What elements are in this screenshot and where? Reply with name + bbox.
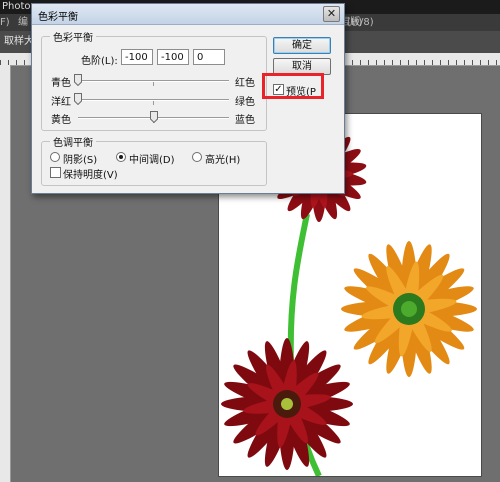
vertical-ruler[interactable] xyxy=(0,65,11,482)
preserve-luminosity-label: 保持明度(V) xyxy=(63,170,118,181)
slider-right-label-green: 绿色 xyxy=(235,97,255,108)
close-icon[interactable]: ✕ xyxy=(323,6,340,22)
preview-highlight-box xyxy=(262,73,324,99)
radio-highlights-label: 高光(H) xyxy=(205,155,241,166)
color-balance-legend: 色彩平衡 xyxy=(53,33,93,44)
preserve-luminosity-checkbox[interactable] xyxy=(50,167,61,178)
slider-thumb-magenta-green[interactable] xyxy=(74,93,82,105)
slider-right-label-red: 红色 xyxy=(235,78,255,89)
slider-center-tick xyxy=(153,101,154,105)
level-cyan-red-input[interactable]: -100 xyxy=(121,49,153,65)
slider-thumb-yellow-blue[interactable] xyxy=(149,111,158,123)
dialog-title-bar[interactable]: 色彩平衡 ✕ xyxy=(32,4,344,25)
radio-shadows[interactable] xyxy=(50,152,60,162)
slider-right-label-blue: 蓝色 xyxy=(235,115,255,126)
slider-left-label-cyan: 青色 xyxy=(51,78,71,89)
level-magenta-green-input[interactable]: -100 xyxy=(157,49,189,65)
tone-balance-legend: 色调平衡 xyxy=(53,138,93,149)
level-yellow-blue-input[interactable]: 0 xyxy=(193,49,225,65)
menu-item-edit[interactable]: 编 xyxy=(18,14,28,31)
radio-midtones-label: 中间调(D) xyxy=(129,155,175,166)
radio-shadows-label: 阴影(S) xyxy=(63,155,98,166)
slider-center-tick xyxy=(153,82,154,86)
radio-midtones[interactable] xyxy=(116,152,126,162)
slider-thumb-cyan-red[interactable] xyxy=(74,74,82,86)
slider-left-label-yellow: 黄色 xyxy=(51,115,71,126)
color-levels-label: 色阶(L): xyxy=(81,56,118,67)
menu-item-file[interactable]: F) xyxy=(0,14,10,31)
sample-size-label: 取样大 xyxy=(4,36,34,47)
dialog-title: 色彩平衡 xyxy=(38,12,78,23)
radio-highlights[interactable] xyxy=(192,152,202,162)
ok-button[interactable]: 确定 xyxy=(273,37,331,54)
slider-left-label-magenta: 洋红 xyxy=(51,97,71,108)
menu-item-help[interactable]: (H) xyxy=(347,14,362,31)
photoshop-title-text: Photo xyxy=(2,1,31,12)
